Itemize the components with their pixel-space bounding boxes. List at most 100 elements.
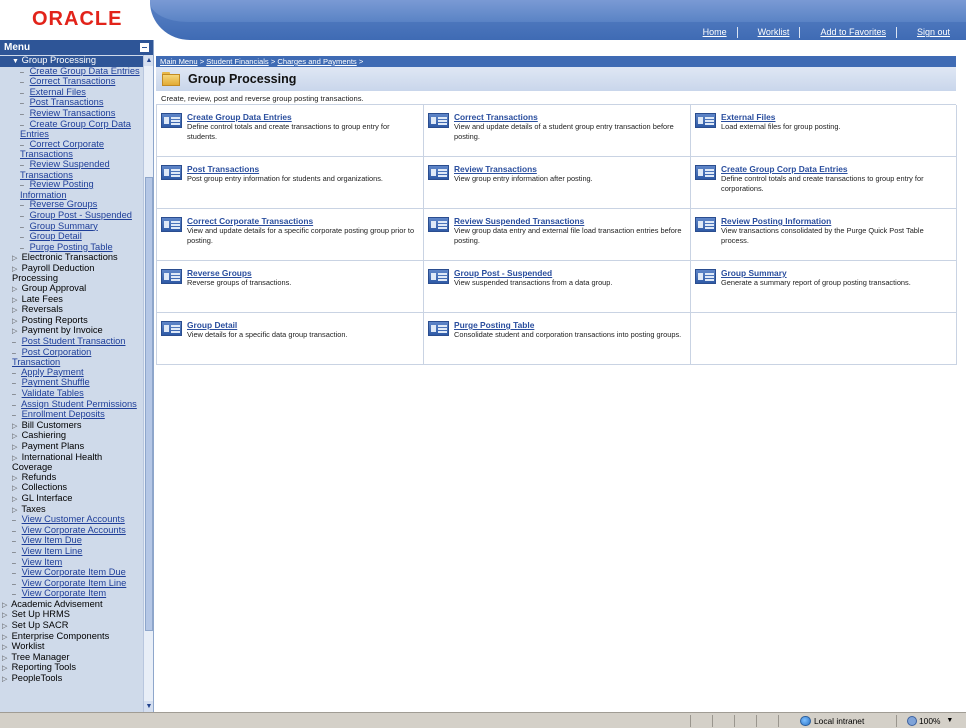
menu-item-label: View Item bbox=[21, 556, 63, 567]
expand-arrow-icon: ▷ bbox=[12, 296, 18, 304]
dash-icon: – bbox=[12, 369, 16, 377]
nav-link-review-transactions[interactable]: Review Transactions bbox=[454, 164, 686, 174]
component-icon[interactable] bbox=[428, 321, 449, 336]
nav-cell-text: Group Detail View details for a specific … bbox=[187, 320, 419, 364]
browser-status-bar: Local intranet 100% ▼ bbox=[0, 712, 966, 728]
dash-icon: – bbox=[20, 110, 24, 118]
nav-link-external-files[interactable]: External Files bbox=[721, 112, 952, 122]
collapse-menu-icon[interactable] bbox=[140, 43, 149, 52]
nav-link-review-suspended-transactions[interactable]: Review Suspended Transactions bbox=[454, 216, 686, 226]
component-icon[interactable] bbox=[428, 165, 449, 180]
menu-item-label: Group Processing bbox=[21, 55, 97, 65]
expand-arrow-icon: ▷ bbox=[2, 676, 8, 684]
chevron-down-icon[interactable]: ▼ bbox=[946, 714, 953, 728]
scroll-down-arrow-icon[interactable]: ▼ bbox=[144, 701, 153, 712]
menu-item-review-suspended-transactions[interactable]: – Review Suspended Transactions bbox=[0, 159, 143, 180]
nav-cell-group-detail: Group Detail View details for a specific … bbox=[157, 313, 424, 365]
header: ORACLE Home Worklist Add to Favorites Si… bbox=[0, 0, 966, 40]
nav-link-group-detail[interactable]: Group Detail bbox=[187, 320, 419, 330]
nav-link-create-group-corp-data-entries[interactable]: Create Group Corp Data Entries bbox=[721, 164, 952, 174]
nav-cell-purge-posting-table: Purge Posting Table Consolidate student a… bbox=[424, 313, 691, 365]
menu-list: ▼ Group Processing – Create Group Data En… bbox=[0, 55, 143, 685]
nav-link-reverse-groups[interactable]: Reverse Groups bbox=[187, 268, 419, 278]
component-icon[interactable] bbox=[695, 165, 716, 180]
nav-link-group-summary[interactable]: Group Summary bbox=[721, 268, 952, 278]
app-window: ORACLE Home Worklist Add to Favorites Si… bbox=[0, 0, 966, 728]
scroll-thumb[interactable] bbox=[145, 177, 153, 631]
expand-arrow-icon: ▷ bbox=[12, 286, 18, 294]
menu-item-correct-corporate-transactions[interactable]: – Correct Corporate Transactions bbox=[0, 139, 143, 160]
dash-icon: – bbox=[12, 527, 16, 535]
menu-item-label: Group Approval bbox=[21, 283, 87, 294]
breadcrumb-main-menu[interactable]: Main Menu bbox=[160, 57, 198, 66]
expand-arrow-icon: ▷ bbox=[12, 307, 18, 315]
dash-icon: – bbox=[20, 68, 24, 76]
menu-item-label: Group Post - Suspended bbox=[29, 209, 132, 220]
menu-item-label: View Item Line bbox=[21, 545, 83, 556]
menu-item-label: Cashiering bbox=[21, 430, 67, 441]
expand-arrow-icon: ▷ bbox=[2, 612, 8, 620]
zoom-control[interactable]: 100% ▼ bbox=[907, 714, 953, 728]
menu-item-review-posting-information[interactable]: – Review Posting Information bbox=[0, 179, 143, 200]
menu-item-label: Group Summary bbox=[29, 220, 98, 231]
component-icon[interactable] bbox=[161, 217, 182, 232]
nav-link-post-transactions[interactable]: Post Transactions bbox=[187, 164, 419, 174]
nav-link-review-posting-information[interactable]: Review Posting Information bbox=[721, 216, 952, 226]
menu-item-international-health-coverage[interactable]: ▷ International Health Coverage bbox=[0, 452, 143, 473]
add-to-favorites-link[interactable]: Add to Favorites bbox=[799, 27, 896, 38]
empty-cell bbox=[691, 313, 957, 365]
component-icon[interactable] bbox=[428, 269, 449, 284]
nav-link-group-post-suspended[interactable]: Group Post - Suspended bbox=[454, 268, 686, 278]
dash-icon: – bbox=[12, 339, 16, 347]
menu-item-post-corporation-transaction[interactable]: – Post Corporation Transaction bbox=[0, 347, 143, 368]
sign-out-link[interactable]: Sign out bbox=[895, 27, 960, 38]
dash-icon: – bbox=[20, 202, 24, 210]
nav-link-correct-transactions[interactable]: Correct Transactions bbox=[454, 112, 686, 122]
zone-label: Local intranet bbox=[814, 716, 865, 726]
menu-item-label: Enterprise Components bbox=[11, 630, 110, 641]
nav-description: Consolidate student and corporation tran… bbox=[454, 330, 682, 339]
nav-link-create-group-data-entries[interactable]: Create Group Data Entries bbox=[187, 112, 419, 122]
menu-item-label: Tree Manager bbox=[11, 651, 70, 662]
component-icon[interactable] bbox=[161, 113, 182, 128]
breadcrumb-student-financials[interactable]: Student Financials bbox=[206, 57, 268, 66]
dash-icon: – bbox=[12, 559, 16, 567]
nav-cell-text: Review Transactions View group entry info… bbox=[454, 164, 686, 208]
home-link[interactable]: Home bbox=[683, 27, 737, 38]
expand-arrow-icon: ▷ bbox=[2, 633, 8, 641]
menu-item-create-group-corp-data-entries[interactable]: – Create Group Corp Data Entries bbox=[0, 119, 143, 140]
status-separator bbox=[690, 715, 691, 727]
dash-icon: – bbox=[12, 548, 16, 556]
scroll-up-arrow-icon[interactable]: ▲ bbox=[144, 55, 153, 66]
component-icon[interactable] bbox=[695, 269, 716, 284]
menu-item-label: Payment by Invoice bbox=[21, 325, 103, 336]
component-icon[interactable] bbox=[428, 113, 449, 128]
breadcrumb-charges-and-payments[interactable]: Charges and Payments bbox=[277, 57, 356, 66]
component-icon[interactable] bbox=[695, 113, 716, 128]
component-icon[interactable] bbox=[161, 269, 182, 284]
menu-item-label: Assign Student Permissions bbox=[21, 398, 137, 409]
menu-item-payroll-deduction-processing[interactable]: ▷ Payroll Deduction Processing bbox=[0, 263, 143, 284]
navigation-grid: Create Group Data Entries Define control … bbox=[156, 104, 957, 365]
menu-item-label: View Corporate Item bbox=[21, 588, 107, 599]
component-icon[interactable] bbox=[161, 321, 182, 336]
nav-link-purge-posting-table[interactable]: Purge Posting Table bbox=[454, 320, 686, 330]
nav-description: View group entry information after posti… bbox=[454, 174, 593, 183]
nav-link-correct-corporate-transactions[interactable]: Correct Corporate Transactions bbox=[187, 216, 419, 226]
nav-description: View group data entry and external file … bbox=[454, 226, 682, 245]
nav-cell-text: Create Group Corp Data Entries Define con… bbox=[721, 164, 952, 208]
component-icon[interactable] bbox=[428, 217, 449, 232]
component-icon[interactable] bbox=[695, 217, 716, 232]
menu-scrollbar[interactable]: ▲ ▼ bbox=[143, 55, 153, 712]
menu-item-peopletools[interactable]: ▷ PeopleTools bbox=[0, 673, 143, 685]
menu-item-label: View Corporate Accounts bbox=[21, 524, 126, 535]
nav-cell-review-posting-information: Review Posting Information View transacti… bbox=[691, 209, 957, 261]
zoom-level: 100% bbox=[919, 716, 941, 726]
dash-icon: – bbox=[20, 100, 24, 108]
menu-item-label: External Files bbox=[29, 86, 86, 97]
nav-cell-text: Post Transactions Post group entry inform… bbox=[187, 164, 419, 208]
worklist-link[interactable]: Worklist bbox=[736, 27, 800, 38]
component-icon[interactable] bbox=[161, 165, 182, 180]
expand-arrow-icon: ▷ bbox=[2, 654, 8, 662]
menu-item-label: Late Fees bbox=[21, 293, 63, 304]
